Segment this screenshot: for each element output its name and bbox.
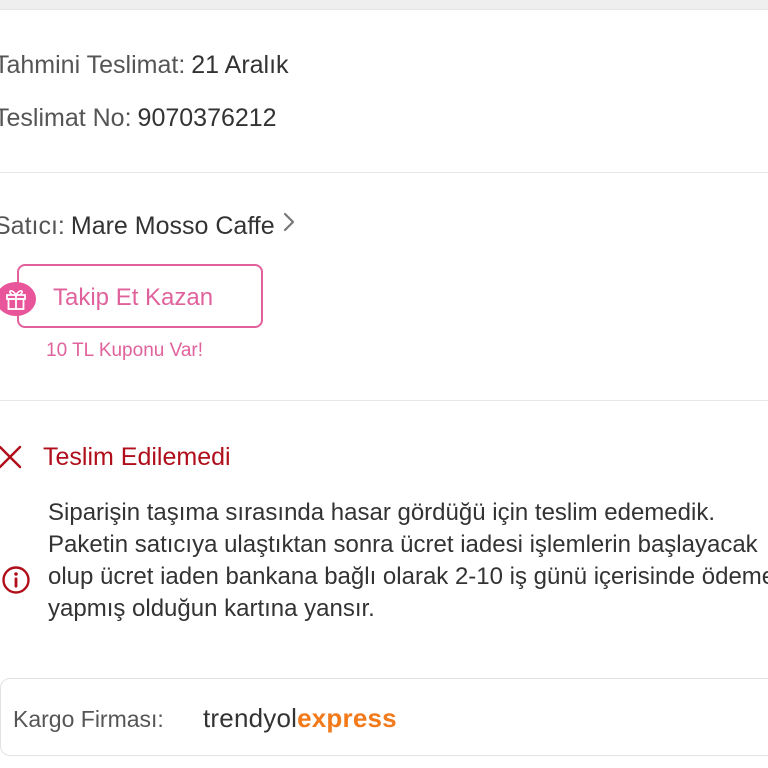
chevron-right-icon [283, 210, 295, 239]
delivery-number-label: Teslimat No: [0, 104, 132, 132]
seller-label: Satıcı: [0, 212, 65, 240]
section-divider [0, 172, 768, 173]
follow-and-earn-button[interactable]: Takip Et Kazan [17, 264, 263, 328]
close-icon [0, 444, 23, 475]
cargo-brand-logo: trendyolexpress [203, 703, 397, 734]
estimated-delivery-label: Tahmini Teslimat: [0, 51, 186, 79]
follow-and-earn-label: Takip Et Kazan [53, 284, 214, 311]
cargo-brand-part1: trendyol [203, 703, 298, 733]
delivery-status-title: Teslim Edilemedi [43, 443, 231, 471]
delivery-number-value: 9070376212 [137, 104, 277, 132]
delivery-number-row: Teslimat No: 9070376212 [0, 104, 277, 133]
delivery-status-message: Siparişin taşıma sırasında hasar gördüğü… [48, 499, 768, 622]
info-icon [1, 565, 31, 600]
cargo-brand-part2: express [297, 703, 397, 733]
estimated-delivery-value: 21 Aralık [191, 51, 289, 79]
estimated-delivery-row: Tahmini Teslimat: 21 Aralık [0, 51, 289, 80]
seller-name: Mare Mosso Caffe [70, 212, 275, 240]
seller-link[interactable]: Satıcı: Mare Mosso Caffe [0, 212, 295, 242]
section-divider [0, 400, 768, 401]
coupon-text: 10 TL Kuponu Var! [46, 340, 204, 361]
top-strip [0, 0, 768, 10]
cargo-company-label: Kargo Firması: [13, 706, 164, 732]
cargo-company-card: Kargo Firması: trendyolexpress [0, 678, 768, 756]
gift-icon [0, 282, 36, 316]
